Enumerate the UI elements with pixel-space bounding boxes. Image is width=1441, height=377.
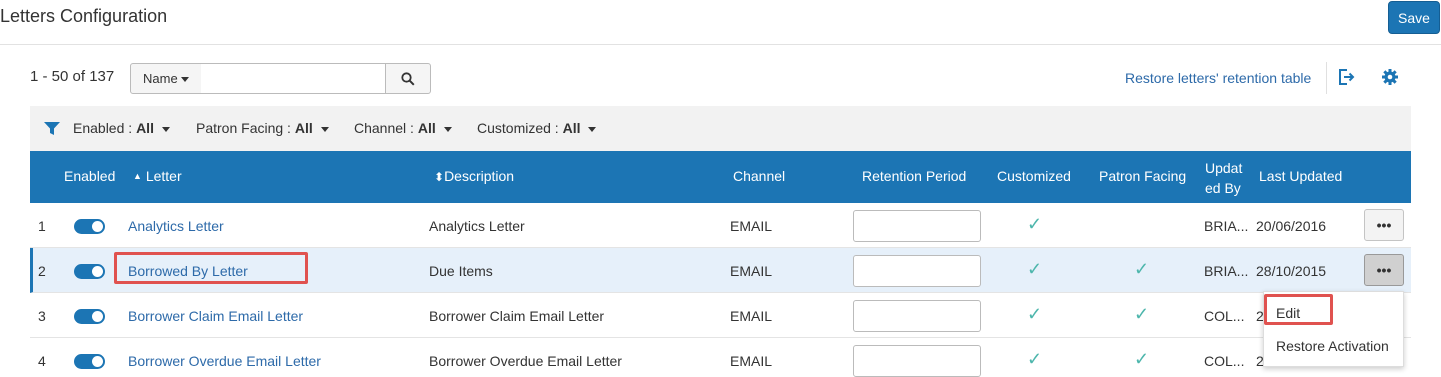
- filter-value: All: [417, 120, 436, 136]
- toolbar-divider: [1326, 62, 1327, 94]
- gear-icon[interactable]: [1381, 68, 1399, 86]
- restore-retention-link[interactable]: Restore letters' retention table: [1125, 70, 1311, 86]
- channel-cell: EMAIL: [730, 218, 773, 234]
- filter-value: All: [562, 120, 581, 136]
- patron-facing-check-icon: ✓: [1134, 304, 1150, 324]
- top-bar: Letters Configuration Save: [0, 0, 1441, 45]
- column-enabled[interactable]: Enabled: [64, 168, 115, 184]
- row-number: 4: [38, 353, 46, 369]
- retention-period-input[interactable]: [853, 345, 981, 377]
- magnifier-icon: [401, 71, 415, 86]
- enabled-toggle[interactable]: [74, 219, 105, 234]
- letter-link[interactable]: Borrower Overdue Email Letter: [128, 353, 321, 369]
- column-letter-label: Letter: [145, 168, 182, 184]
- sort-icon: ⬍: [434, 170, 445, 184]
- last-updated-cell: 20/06/2016: [1256, 218, 1327, 234]
- patron-facing-check-icon: ✓: [1134, 349, 1150, 369]
- filter-patron-facing[interactable]: Patron Facing : All: [196, 120, 329, 136]
- row-actions-menu: Edit Restore Activation: [1263, 291, 1404, 367]
- retention-period-input[interactable]: [853, 255, 981, 287]
- save-button[interactable]: Save: [1388, 1, 1440, 34]
- caret-down-icon: [320, 126, 329, 132]
- caret-down-icon: [588, 126, 597, 132]
- customized-check-icon: ✓: [1027, 304, 1043, 324]
- filter-bar: Enabled : All Patron Facing : All Channe…: [30, 106, 1411, 151]
- customized-check-icon: ✓: [1027, 214, 1043, 234]
- customized-check-icon: ✓: [1027, 259, 1043, 279]
- filter-label: Customized :: [477, 120, 559, 136]
- row-actions-button[interactable]: •••: [1364, 209, 1404, 241]
- letter-link[interactable]: Borrower Claim Email Letter: [128, 308, 303, 324]
- letter-link[interactable]: Analytics Letter: [128, 218, 224, 234]
- record-count: 1 - 50 of 137: [30, 68, 115, 85]
- column-updated-by-line1: Updat: [1205, 160, 1243, 176]
- enabled-toggle[interactable]: [74, 309, 105, 324]
- column-channel[interactable]: Channel: [733, 168, 785, 184]
- description-cell: Analytics Letter: [429, 218, 525, 234]
- filter-value: All: [136, 120, 154, 136]
- description-cell: Borrower Claim Email Letter: [429, 308, 605, 324]
- filter-channel[interactable]: Channel : All: [354, 120, 452, 136]
- column-last-updated[interactable]: Last Updated: [1259, 168, 1342, 184]
- column-updated-by[interactable]: Updat ed By: [1205, 158, 1242, 198]
- search-field-dropdown[interactable]: Name: [130, 63, 202, 94]
- enabled-toggle[interactable]: [74, 264, 105, 279]
- table-row: 3 Borrower Claim Email Letter Borrower C…: [30, 293, 1411, 338]
- table-row: 1 Analytics Letter Analytics Letter EMAI…: [30, 203, 1411, 248]
- description-cell: Borrower Overdue Email Letter: [429, 353, 622, 369]
- filter-label: Enabled :: [73, 120, 133, 136]
- row-number: 2: [38, 263, 46, 279]
- column-customized[interactable]: Customized: [997, 168, 1071, 184]
- export-icon[interactable]: [1337, 68, 1355, 86]
- channel-cell: EMAIL: [730, 353, 773, 369]
- menu-item-restore-activation[interactable]: Restore Activation: [1276, 338, 1389, 354]
- table-header: Enabled ▲ Letter ⬍Description Channel Re…: [30, 151, 1411, 203]
- column-description[interactable]: ⬍Description: [434, 168, 514, 184]
- menu-item-edit[interactable]: Edit: [1276, 305, 1300, 321]
- updated-by-cell: COL...: [1204, 353, 1245, 369]
- filter-enabled[interactable]: Enabled : All: [73, 120, 170, 136]
- patron-facing-check-icon: ✓: [1134, 259, 1150, 279]
- column-description-label: Description: [444, 168, 515, 184]
- channel-cell: EMAIL: [730, 308, 773, 324]
- page-title: Letters Configuration: [0, 6, 168, 26]
- updated-by-cell: COL...: [1204, 308, 1245, 324]
- filter-icon: [44, 122, 60, 135]
- column-retention-period[interactable]: Retention Period: [862, 168, 966, 184]
- column-patron-facing[interactable]: Patron Facing: [1099, 168, 1186, 184]
- updated-by-cell: BRIA...: [1204, 263, 1249, 279]
- filter-value: All: [294, 120, 313, 136]
- caret-down-icon: [161, 126, 170, 132]
- caret-down-icon: [443, 126, 452, 132]
- letter-link[interactable]: Borrowed By Letter: [128, 263, 248, 279]
- row-number: 3: [38, 308, 46, 324]
- customized-check-icon: ✓: [1027, 349, 1043, 369]
- filter-customized[interactable]: Customized : All: [477, 120, 597, 136]
- column-updated-by-line2: ed By: [1205, 180, 1241, 196]
- channel-cell: EMAIL: [730, 263, 773, 279]
- table-row: 2 Borrowed By Letter Due Items EMAIL ✓ ✓…: [30, 248, 1411, 293]
- table-row: 4 Borrower Overdue Email Letter Borrower…: [30, 338, 1411, 377]
- row-number: 1: [38, 218, 46, 234]
- caret-down-icon: [180, 77, 189, 83]
- search-input[interactable]: [201, 63, 386, 94]
- sort-asc-icon: ▲: [133, 171, 142, 181]
- row-actions-button[interactable]: •••: [1364, 254, 1404, 286]
- retention-period-input[interactable]: [853, 300, 981, 332]
- filter-label: Patron Facing :: [196, 120, 291, 136]
- search-button[interactable]: [385, 63, 431, 94]
- updated-by-cell: BRIA...: [1204, 218, 1249, 234]
- search-field-label: Name: [143, 71, 178, 86]
- description-cell: Due Items: [429, 263, 493, 279]
- last-updated-cell: 28/10/2015: [1256, 263, 1327, 279]
- enabled-toggle[interactable]: [74, 354, 105, 369]
- filter-label: Channel :: [354, 120, 414, 136]
- column-letter[interactable]: ▲ Letter: [133, 168, 182, 184]
- retention-period-input[interactable]: [853, 210, 981, 242]
